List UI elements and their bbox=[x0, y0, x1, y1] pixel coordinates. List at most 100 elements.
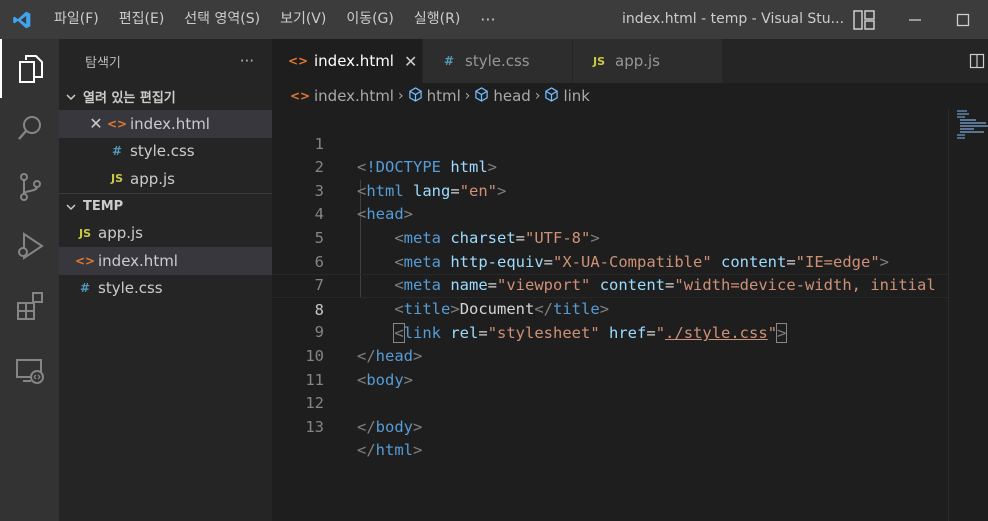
code-line: 11 bbox=[272, 345, 948, 389]
css-file-icon: # bbox=[79, 281, 91, 296]
open-editor-style-css[interactable]: # style.css bbox=[59, 138, 272, 166]
source-control-icon[interactable] bbox=[0, 157, 59, 216]
line-number: 13 bbox=[305, 417, 324, 436]
minimap-line bbox=[960, 122, 986, 124]
tab-index-html[interactable]: <> index.html ✕ bbox=[272, 39, 423, 83]
tree-item-app-js[interactable]: JS app.js bbox=[59, 220, 272, 248]
menu-view[interactable]: 보기(V) bbox=[270, 0, 336, 39]
menu-edit[interactable]: 편집(E) bbox=[109, 0, 175, 39]
tree-item-style-css[interactable]: # style.css bbox=[59, 275, 272, 303]
minimap-line bbox=[960, 125, 988, 127]
activity-bar bbox=[0, 39, 59, 521]
minimap-line bbox=[960, 128, 974, 130]
chevron-right-icon: › bbox=[534, 88, 541, 104]
css-file-icon: # bbox=[443, 54, 455, 68]
extensions-icon[interactable] bbox=[0, 275, 59, 334]
js-file-icon: JS bbox=[78, 226, 91, 240]
chevron-right-icon: › bbox=[464, 88, 471, 104]
close-icon[interactable]: ✕ bbox=[404, 52, 417, 71]
minimap[interactable] bbox=[948, 109, 988, 521]
title-bar: 파일(F) 편집(E) 선택 영역(S) 보기(V) 이동(G) 실행(R) ·… bbox=[0, 0, 988, 39]
open-editors-section[interactable]: 열려 있는 편집기 bbox=[59, 83, 272, 110]
open-editors-label: 열려 있는 편집기 bbox=[83, 91, 176, 106]
remote-explorer-icon[interactable] bbox=[0, 341, 59, 400]
css-file-icon: # bbox=[111, 144, 123, 159]
code-line: 4 <meta charset="UTF-8"> bbox=[272, 180, 948, 247]
code-editor[interactable]: 1 <!DOCTYPE html> 2 <html lang="en"> 3 <… bbox=[272, 109, 948, 521]
symbol-element-icon bbox=[408, 86, 423, 106]
code-line: 1 <!DOCTYPE html> bbox=[272, 109, 948, 177]
code-text: </html> bbox=[357, 441, 423, 460]
minimize-icon[interactable] bbox=[892, 0, 938, 39]
tree-item-index-html[interactable]: <> index.html bbox=[59, 247, 272, 275]
minimap-line bbox=[957, 137, 965, 139]
menu-run[interactable]: 실행(R) bbox=[404, 0, 470, 39]
minimap-line bbox=[957, 110, 967, 112]
breadcrumb-item[interactable]: html bbox=[427, 87, 461, 105]
symbol-element-icon bbox=[544, 86, 559, 106]
file-name: app.js bbox=[98, 224, 143, 243]
file-name: style.css bbox=[98, 279, 163, 298]
js-file-icon: JS bbox=[110, 172, 123, 186]
code-line: 2 <html lang="en"> bbox=[272, 133, 948, 200]
html-file-icon: <> bbox=[75, 253, 96, 268]
html-file-icon: <> bbox=[107, 116, 128, 131]
chevron-down-icon bbox=[65, 201, 83, 213]
open-editor-index-html[interactable]: ✕ <> index.html bbox=[59, 110, 272, 138]
folder-section-temp[interactable]: TEMP bbox=[59, 192, 272, 220]
editor-tabs: <> index.html ✕ # style.css JS app.js bbox=[272, 39, 988, 83]
code-line: 13 </html> bbox=[272, 392, 948, 460]
code-line: 3 <head> bbox=[272, 156, 948, 224]
code-line: 10 <body> bbox=[272, 321, 948, 389]
html-file-icon: <> bbox=[290, 89, 311, 103]
breadcrumb-item[interactable]: index.html bbox=[314, 87, 394, 105]
breadcrumb-item[interactable]: link bbox=[563, 87, 590, 105]
explorer-header: 탐색기 ··· bbox=[59, 39, 272, 83]
tab-label: style.css bbox=[465, 52, 530, 70]
close-icon[interactable]: ✕ bbox=[85, 114, 107, 133]
tab-app-js[interactable]: JS app.js bbox=[573, 39, 723, 83]
maximize-icon[interactable] bbox=[940, 0, 986, 39]
current-code-line: 8 <link rel="stylesheet" href="./style.c… bbox=[272, 274, 948, 344]
tab-label: index.html bbox=[314, 52, 394, 70]
layout-icon[interactable] bbox=[841, 0, 887, 39]
breadcrumb: <> index.html › html › head › link bbox=[272, 83, 988, 109]
symbol-element-icon bbox=[474, 86, 489, 106]
menu-selection[interactable]: 선택 영역(S) bbox=[174, 0, 270, 39]
minimap-line bbox=[957, 113, 969, 115]
menu-go[interactable]: 이동(G) bbox=[336, 0, 404, 39]
code-line: 5 <meta http-equiv="X-UA-Compatible" con… bbox=[272, 203, 948, 271]
breadcrumb-item[interactable]: head bbox=[493, 87, 530, 105]
vscode-logo-icon[interactable] bbox=[0, 0, 44, 39]
explorer-sidebar: 탐색기 ··· 열려 있는 편집기 ✕ <> index.html # styl… bbox=[59, 39, 272, 521]
window-title: index.html - temp - Visual Stu... bbox=[622, 11, 845, 27]
file-name: style.css bbox=[130, 142, 195, 161]
explorer-more-button[interactable]: ··· bbox=[240, 52, 254, 70]
js-file-icon: JS bbox=[592, 54, 605, 68]
search-icon[interactable] bbox=[0, 98, 59, 157]
split-editor-icon[interactable] bbox=[966, 39, 988, 83]
minimap-line bbox=[957, 134, 965, 136]
minimap-line bbox=[960, 119, 976, 121]
menu-more-button[interactable]: ··· bbox=[470, 0, 505, 39]
file-name: app.js bbox=[130, 169, 175, 188]
html-file-icon: <> bbox=[288, 54, 309, 68]
chevron-down-icon bbox=[65, 91, 83, 103]
chevron-right-icon: › bbox=[397, 88, 404, 104]
tab-style-css[interactable]: # style.css bbox=[423, 39, 573, 83]
run-debug-icon[interactable] bbox=[0, 216, 59, 275]
folder-label: TEMP bbox=[83, 199, 124, 214]
file-name: index.html bbox=[98, 251, 178, 270]
explorer-icon[interactable] bbox=[0, 39, 59, 98]
minimap-line bbox=[960, 131, 984, 133]
open-editor-app-js[interactable]: JS app.js bbox=[59, 165, 272, 193]
code-line: 9 </head> bbox=[272, 298, 948, 365]
code-line: 6 <meta name="viewport" content="width=d… bbox=[272, 227, 948, 295]
menu-file[interactable]: 파일(F) bbox=[44, 0, 109, 39]
file-name: index.html bbox=[130, 114, 210, 133]
menu-bar: 파일(F) 편집(E) 선택 영역(S) 보기(V) 이동(G) 실행(R) ·… bbox=[44, 0, 506, 39]
tab-label: app.js bbox=[615, 52, 660, 70]
code-line: 12 </body> bbox=[272, 369, 948, 436]
code-line: 7 <title>Document</title> bbox=[272, 251, 948, 318]
explorer-title: 탐색기 bbox=[85, 55, 121, 71]
